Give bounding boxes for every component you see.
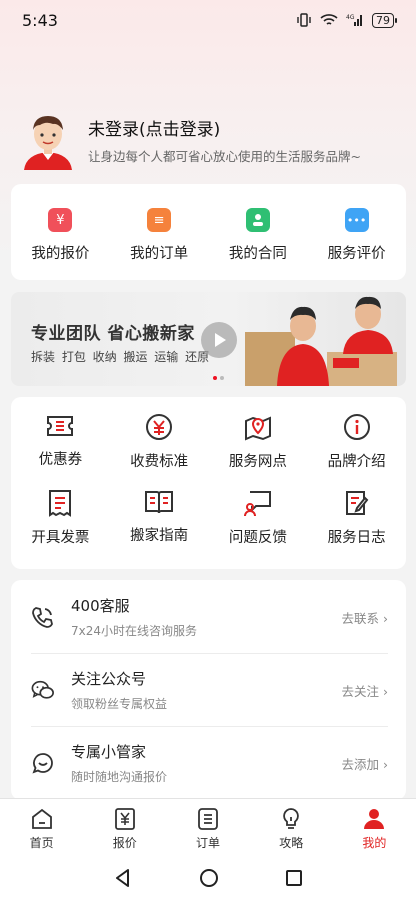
recent-apps-icon[interactable]	[285, 869, 303, 887]
tab-mine[interactable]: 我的	[333, 799, 416, 856]
back-icon[interactable]	[113, 868, 133, 888]
customer-service-row[interactable]: 400客服 7x24小时在线咨询服务 去联系 ›	[11, 580, 406, 653]
invoice-icon	[49, 490, 72, 517]
tab-quote[interactable]: 报价	[83, 799, 166, 856]
bottom-tab-bar: 首页 报价 订单 攻略 我的	[0, 798, 416, 856]
movers-illustration	[245, 296, 397, 386]
banner-title: 专业团队 省心搬新家	[31, 324, 195, 344]
issue-invoice-button[interactable]: 开具发票	[11, 489, 110, 565]
phone-icon	[32, 606, 53, 628]
my-orders-button[interactable]: ≡ 我的订单	[110, 184, 209, 280]
signal-icon: 4G	[346, 14, 362, 26]
go-contact-link[interactable]: 去联系 ›	[342, 608, 389, 627]
contact-subtitle: 7x24小时在线咨询服务	[71, 623, 198, 638]
personal-butler-row[interactable]: 专属小管家 随时随地沟通报价 去添加 ›	[11, 726, 406, 799]
brand-intro-button[interactable]: 品牌介绍	[307, 413, 406, 489]
lightbulb-icon	[283, 808, 300, 829]
contact-subtitle: 领取粉丝专属权益	[71, 696, 168, 711]
contract-icon	[245, 208, 270, 232]
price-tag-icon: ¥	[48, 208, 73, 232]
contact-card: 400客服 7x24小时在线咨询服务 去联系 › 关注公众号 领取粉丝专属权益 …	[11, 580, 406, 800]
home-circle-icon[interactable]	[199, 868, 219, 888]
banner-tags: 拆装 打包 收纳 搬运 运输 还原	[31, 350, 210, 364]
tab-guides[interactable]: 攻略	[250, 799, 333, 856]
system-navigation-bar	[0, 856, 416, 900]
carousel-indicator	[213, 376, 224, 380]
contact-title: 400客服	[71, 596, 130, 615]
status-icons: 4G 79	[296, 12, 397, 28]
moving-guide-button[interactable]: 搬家指南	[110, 489, 209, 565]
chat-smile-icon	[32, 752, 53, 774]
contact-subtitle: 随时随地沟通报价	[71, 769, 168, 784]
official-account-row[interactable]: 关注公众号 领取粉丝专属权益 去关注 ›	[11, 653, 406, 726]
fee-standard-icon	[146, 414, 173, 440]
order-icon	[198, 808, 218, 830]
wechat-icon	[31, 680, 54, 699]
battery-indicator: 79	[372, 12, 397, 28]
guide-book-icon	[145, 491, 174, 514]
location-map-icon	[244, 416, 271, 441]
avatar	[24, 116, 72, 170]
service-review-button[interactable]: ••• 服务评价	[307, 184, 406, 280]
play-video-icon[interactable]	[201, 322, 237, 358]
status-time: 5:43	[22, 10, 58, 30]
svg-text:4G: 4G	[346, 14, 355, 21]
quick-actions-card: ¥ 我的报价 ≡ 我的订单 我的合同 ••• 服务评价	[11, 184, 406, 280]
service-log-icon	[345, 491, 368, 515]
order-list-icon: ≡	[147, 208, 172, 232]
home-icon	[31, 808, 52, 829]
profile-login[interactable]: 未登录(点击登录) 让身边每个人都可省心放心使用的生活服务品牌~	[20, 108, 400, 172]
promo-banner[interactable]: 专业团队 省心搬新家 拆装 打包 收纳 搬运 运输 还原	[11, 292, 406, 386]
go-follow-link[interactable]: 去关注 ›	[342, 681, 389, 700]
feedback-button[interactable]: 问题反馈	[209, 489, 308, 565]
service-outlets-button[interactable]: 服务网点	[209, 413, 308, 489]
go-add-link[interactable]: 去添加 ›	[342, 754, 389, 773]
status-bar: 5:43 4G 79	[0, 0, 416, 40]
brand-slogan: 让身边每个人都可省心放心使用的生活服务品牌~	[88, 149, 361, 164]
my-quotes-button[interactable]: ¥ 我的报价	[11, 184, 110, 280]
wifi-icon	[320, 14, 338, 25]
fee-standard-button[interactable]: 收费标准	[110, 413, 209, 489]
my-contracts-button[interactable]: 我的合同	[209, 184, 308, 280]
person-icon	[364, 809, 385, 829]
info-icon	[343, 414, 370, 440]
chat-bubble-icon: •••	[344, 208, 369, 232]
feedback-icon	[243, 491, 271, 517]
contact-title: 关注公众号	[71, 669, 147, 688]
services-card: 优惠券 收费标准 服务网点 品牌介绍 开具发票 搬家指南 问题反馈 服务日志	[11, 397, 406, 569]
coupon-button[interactable]: 优惠券	[11, 413, 110, 489]
service-log-button[interactable]: 服务日志	[307, 489, 406, 565]
coupon-icon	[47, 416, 74, 436]
tab-orders[interactable]: 订单	[166, 799, 249, 856]
contact-title: 专属小管家	[71, 742, 147, 761]
quote-icon	[114, 808, 135, 830]
login-prompt[interactable]: 未登录(点击登录)	[88, 115, 361, 140]
tab-home[interactable]: 首页	[0, 799, 83, 856]
vibrate-icon	[297, 13, 311, 27]
